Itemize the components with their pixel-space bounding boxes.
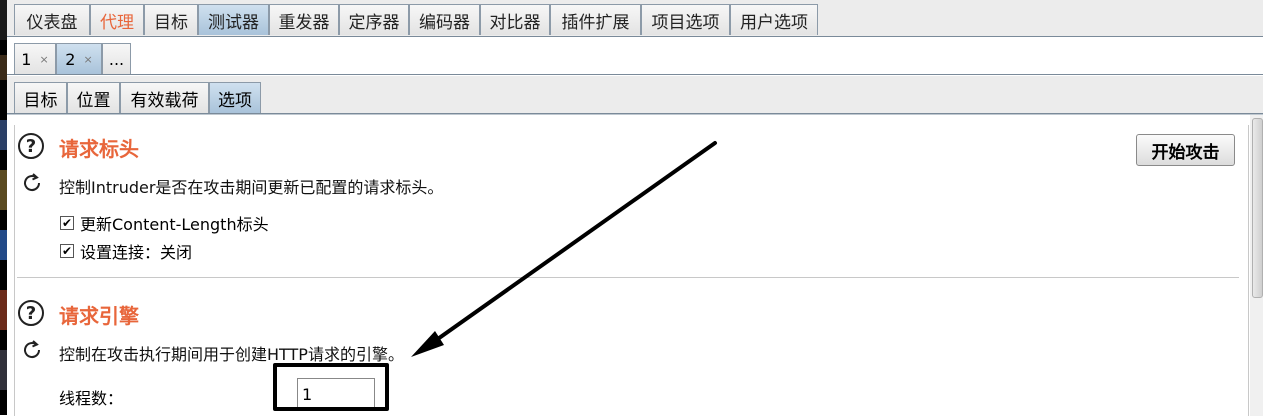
attack-tab-label: 2	[65, 49, 76, 69]
close-icon[interactable]: ×	[39, 53, 48, 66]
main-tab-bar: 仪表盘 代理 目标 测试器 重发器 定序器 编码器 对比器 插件扩展 项目选项 …	[7, 0, 1263, 37]
tab-comparer[interactable]: 对比器	[480, 4, 550, 35]
tab-positions[interactable]: 位置	[67, 82, 120, 113]
tab-target[interactable]: 目标	[144, 4, 198, 35]
tab-sequencer[interactable]: 定序器	[339, 4, 409, 35]
desktop-strip	[0, 0, 7, 415]
tab-payloads[interactable]: 有效载荷	[120, 82, 209, 113]
attack-tab-2[interactable]: 2 ×	[56, 43, 102, 74]
tab-project-options[interactable]: 项目选项	[641, 4, 730, 35]
attack-tab-label: 1	[21, 49, 32, 69]
close-icon[interactable]: ×	[83, 53, 92, 66]
options-panel: ? 请求标头 控制Intruder是否在攻击期间更新已配置的请求标头。 ✔ 更新…	[7, 114, 1263, 416]
attack-tab-bar: 1 × 2 × ...	[7, 37, 1263, 75]
attack-tab-1[interactable]: 1 ×	[14, 43, 56, 74]
tab-intruder[interactable]: 测试器	[198, 4, 269, 35]
tab-decoder[interactable]: 编码器	[409, 4, 480, 35]
intruder-sub-tab-bar: 目标 位置 有效载荷 选项	[7, 76, 1263, 114]
tab-target-settings[interactable]: 目标	[14, 82, 67, 113]
tab-dashboard[interactable]: 仪表盘	[14, 4, 90, 35]
tab-proxy[interactable]: 代理	[90, 4, 144, 35]
tab-repeater[interactable]: 重发器	[269, 4, 339, 35]
tab-extender[interactable]: 插件扩展	[550, 4, 641, 35]
annotation-arrow	[411, 141, 717, 357]
tab-user-options[interactable]: 用户选项	[730, 4, 818, 35]
new-tab-button[interactable]: ...	[102, 43, 131, 74]
tab-options[interactable]: 选项	[209, 82, 261, 113]
